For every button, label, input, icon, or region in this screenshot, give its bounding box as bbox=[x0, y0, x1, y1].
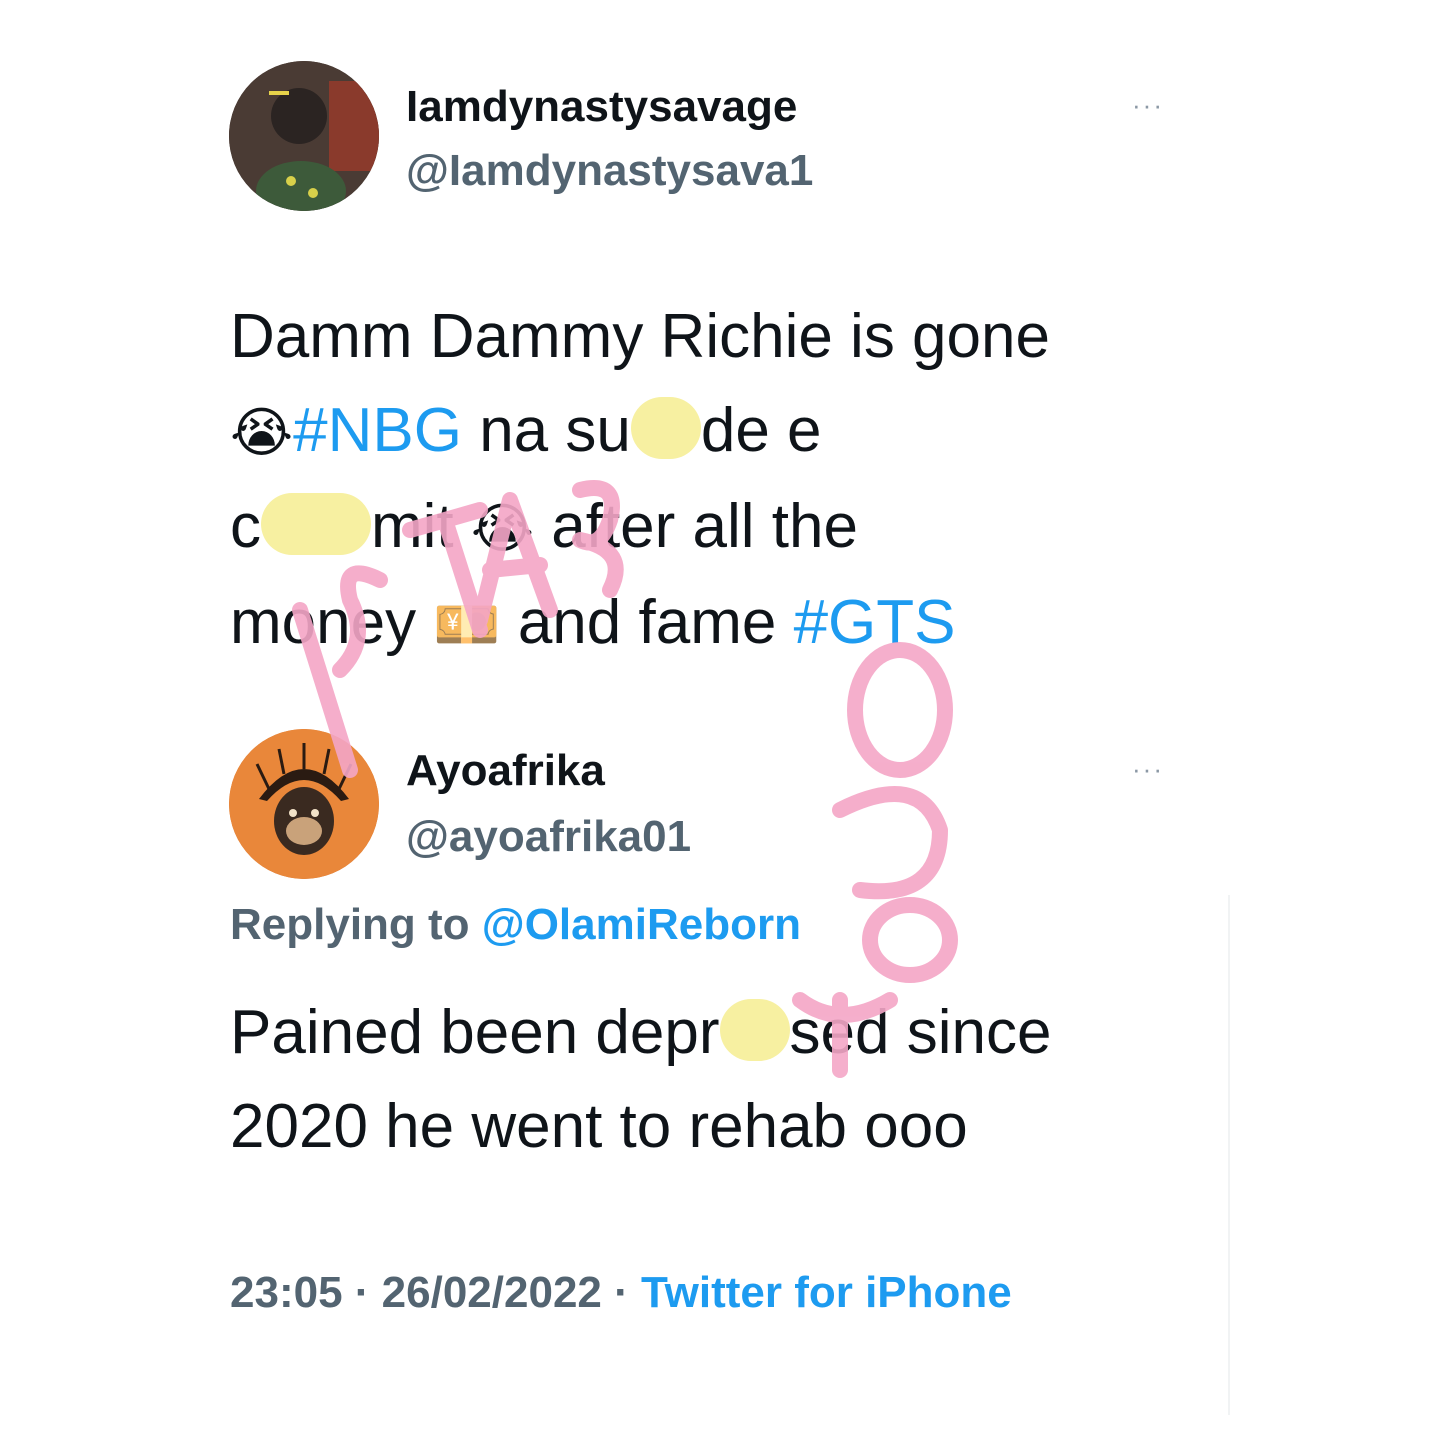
display-name[interactable]: Iamdynastysavage bbox=[406, 82, 797, 132]
tweet-text-line: c mit 😭 after all the bbox=[230, 480, 1210, 576]
text-span: 2020 he went to rehab ooo bbox=[230, 1092, 968, 1161]
hashtag-link[interactable]: #GTS bbox=[794, 588, 956, 657]
screenshot-edge bbox=[1228, 895, 1230, 1415]
tweet-text: Damm Dammy Richie is gone 😭#NBG na su de … bbox=[230, 290, 1210, 672]
tweet-text-line: 2020 he went to rehab ooo bbox=[230, 1080, 1210, 1174]
headdress-chimp-avatar-icon bbox=[229, 729, 379, 879]
text-span: money bbox=[230, 588, 417, 657]
redaction-mark bbox=[630, 397, 701, 459]
redaction-mark bbox=[719, 999, 790, 1061]
tweet-time[interactable]: 23:05 bbox=[230, 1268, 343, 1317]
text-span: Pained been depr bbox=[230, 998, 720, 1067]
text-span: mit bbox=[371, 492, 454, 561]
avatar-photo-icon bbox=[229, 61, 379, 211]
mention-link[interactable]: @OlamiReborn bbox=[482, 900, 801, 949]
text-span: and fame bbox=[517, 588, 777, 657]
avatar[interactable] bbox=[229, 729, 379, 879]
hashtag-link[interactable]: #NBG bbox=[293, 396, 462, 465]
avatar[interactable] bbox=[229, 61, 379, 211]
text-span: sed since bbox=[789, 998, 1052, 1067]
display-name[interactable]: Ayoafrika bbox=[406, 746, 605, 796]
text-span: de e bbox=[700, 396, 822, 465]
tweet-text-line: 😭#NBG na su de e bbox=[230, 384, 1210, 480]
replying-to: Replying to @OlamiReborn bbox=[230, 900, 801, 950]
tweet-date[interactable]: 26/02/2022 bbox=[382, 1268, 602, 1317]
text-span: after all the bbox=[551, 492, 858, 561]
redaction-mark bbox=[261, 493, 371, 555]
user-handle[interactable]: @ayoafrika01 bbox=[406, 812, 691, 862]
text-span: Damm Dammy Richie is gone bbox=[230, 302, 1050, 371]
more-options-icon[interactable]: ··· bbox=[1132, 754, 1164, 785]
more-options-icon[interactable]: ··· bbox=[1132, 90, 1164, 121]
tweet-text-line: Damm Dammy Richie is gone bbox=[230, 290, 1210, 384]
replying-to-label: Replying to bbox=[230, 900, 470, 949]
tweet-text-line: money 💴 and fame #GTS bbox=[230, 576, 1210, 672]
tweet-text-line: Pained been depr sed since bbox=[230, 986, 1210, 1080]
sob-emoji-icon: 😭 bbox=[470, 497, 534, 560]
text-span: na su bbox=[479, 396, 631, 465]
tweet-text: Pained been depr sed since 2020 he went t… bbox=[230, 986, 1210, 1174]
text-span: c bbox=[230, 492, 261, 561]
user-handle[interactable]: @Iamdynastysava1 bbox=[406, 146, 813, 196]
separator: · bbox=[354, 1268, 370, 1317]
sob-emoji-icon: 😭 bbox=[230, 401, 294, 464]
tweet-source-link[interactable]: Twitter for iPhone bbox=[641, 1268, 1012, 1317]
separator: · bbox=[614, 1268, 629, 1317]
money-emoji-icon: 💴 bbox=[433, 593, 501, 656]
tweet-metadata: 23:05 · 26/02/2022 · Twitter for iPhone bbox=[230, 1258, 1090, 1328]
